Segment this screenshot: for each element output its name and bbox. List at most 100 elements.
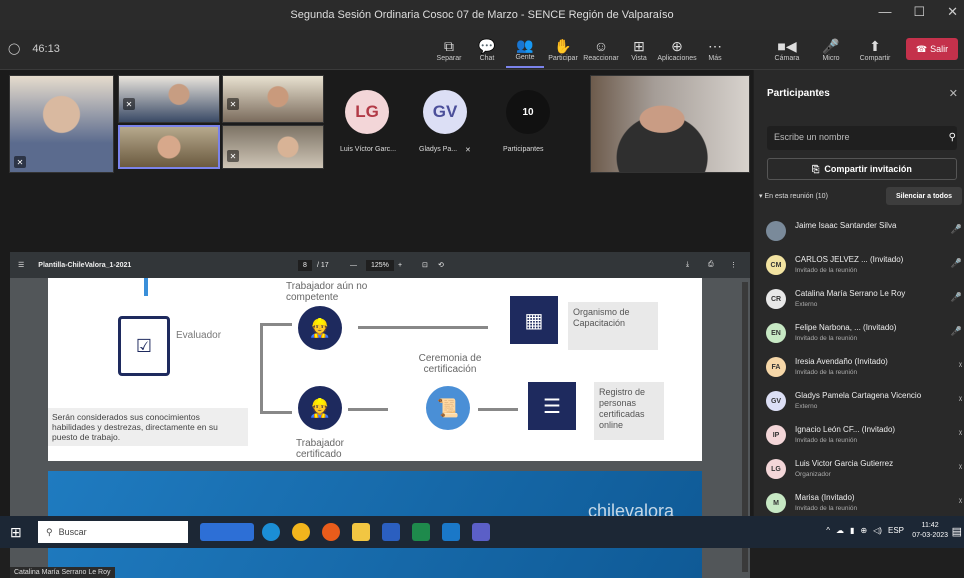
title-bar: Segunda Sesión Ordinaria Cosoc 07 de Mar… (0, 0, 964, 30)
zoom-in-button[interactable]: + (398, 262, 402, 269)
mic-icon: 🎤 (950, 224, 962, 234)
system-tray: ^ ☁ ▮ ⊕ ◁) ESP (826, 526, 904, 535)
sence-app-icon[interactable] (200, 523, 254, 541)
taskbar-search[interactable]: ⚲ Buscar (38, 521, 188, 543)
participant-row[interactable]: FA Iresia Avendaño (Invitado) Invitado de … (766, 352, 962, 386)
participant-row[interactable]: IP Ignacio León CF... (Invitado) Invitado … (766, 420, 962, 454)
video-tile-2[interactable]: ✕ (118, 75, 220, 123)
branch-line (260, 323, 292, 326)
share-invite-button[interactable]: ⎘ Compartir invitación (767, 158, 957, 180)
zoom-out-button[interactable]: — (350, 262, 357, 269)
volume-icon[interactable]: ◁) (873, 526, 882, 535)
arrow-line (358, 326, 488, 329)
chrome-icon[interactable] (292, 523, 310, 541)
leave-button[interactable]: ☎ Salir (906, 38, 958, 60)
toolbar-chat-button[interactable]: 💬 Chat (468, 32, 506, 68)
rotate-icon[interactable]: ⟲ (438, 261, 444, 269)
toolbar-cámara-button[interactable]: ■◀ Cámara (768, 32, 806, 68)
participants-panel: Participantes ✕ Escribe un nombre ⚲ ⎘ Com… (754, 70, 964, 516)
toolbar-participar-button[interactable]: ✋ Participar (544, 32, 582, 68)
video-tile-3[interactable]: ✕ (222, 75, 324, 123)
toolbar-icon: ⧉ (444, 37, 454, 54)
mic-icon: ᵡ (958, 360, 962, 370)
word-icon[interactable] (382, 523, 400, 541)
participant-role: Externo (795, 403, 818, 410)
toolbar-icon: ✋ (554, 37, 572, 54)
teams-icon[interactable] (472, 523, 490, 541)
minimize-button[interactable]: — (878, 4, 891, 20)
zoom-input[interactable]: 125% (366, 259, 394, 271)
print-icon[interactable]: ⎙ (708, 261, 714, 269)
video-tile-4[interactable] (118, 125, 220, 169)
fit-page-icon[interactable]: ⊡ (422, 261, 428, 269)
in-meeting-label: En esta reunión (10) (764, 193, 828, 200)
meeting-timer: 46:13 (32, 42, 60, 55)
menu-icon[interactable]: ☰ (18, 261, 24, 269)
leave-label: Salir (930, 44, 949, 54)
download-icon[interactable]: ⤓ (686, 261, 689, 269)
toolbar-icon: 🎤 (822, 37, 840, 54)
toolbar-label: Más (708, 54, 722, 62)
more-participants[interactable]: 10 (506, 90, 550, 134)
taskbar-search-label: Buscar (58, 527, 87, 537)
participant-row[interactable]: CR Catalina María Serrano Le Roy Externo 🎤 (766, 284, 962, 318)
toolbar-label: Chat (479, 54, 495, 62)
organismo-box: Organismo de Capacitación (568, 302, 658, 350)
participant-name: Ignacio León CF... (Invitado) (795, 425, 896, 434)
mic-off-icon: ✕ (123, 98, 135, 110)
toolbar-vista-button[interactable]: ⊞ Vista (620, 32, 658, 68)
participant-role: Invitado de la reunión (795, 437, 858, 444)
close-panel-icon[interactable]: ✕ (949, 87, 958, 100)
language-indicator[interactable]: ESP (888, 526, 904, 535)
video-tile-1[interactable]: ✕ (9, 75, 114, 173)
certificate-icon: 📜 (426, 386, 470, 430)
evaluador-label: Evaluador (176, 330, 222, 341)
participant-row[interactable]: GV Gladys Pamela Cartagena Vicencio Extern… (766, 386, 962, 420)
explorer-icon[interactable] (352, 523, 370, 541)
more-icon[interactable]: ⋮ (730, 261, 737, 269)
arrow-line (348, 408, 388, 411)
maximize-button[interactable]: ☐ (913, 4, 925, 20)
excel-icon[interactable] (412, 523, 430, 541)
participant-search-input[interactable]: Escribe un nombre (767, 126, 957, 150)
toolbar-label: Gente (515, 53, 535, 61)
toolbar-icon: ☺ (593, 37, 609, 54)
mute-all-button[interactable]: Silenciar a todos (886, 187, 962, 205)
toolbar-gente-button[interactable]: 👥 Gente (506, 32, 544, 68)
toolbar-icon: ⊞ (633, 37, 645, 54)
participant-row[interactable]: LG Luis Victor Garcia Gutierrez Organizado… (766, 454, 962, 488)
chevron-up-icon[interactable]: ^ (826, 526, 830, 535)
toolbar-reaccionar-button[interactable]: ☺ Reaccionar (582, 32, 620, 68)
toolbar-label: Participar (548, 54, 578, 62)
avatar (766, 221, 786, 241)
toolbar-aplicaciones-button[interactable]: ⊕ Aplicaciones (657, 32, 696, 68)
no-competente-label: Trabajador aún no competente (286, 281, 368, 303)
clock[interactable]: 11:42 07-03-2023 (912, 521, 948, 541)
participant-row[interactable]: EN Felipe Narbona, ... (Invitado) Invitado… (766, 318, 962, 352)
registro-box: Registro de personas certificadas online (594, 382, 664, 440)
windows-start-icon[interactable]: ⊞ (10, 524, 22, 541)
participant-name: Catalina María Serrano Le Roy (795, 289, 906, 298)
firefox-icon[interactable] (322, 523, 340, 541)
notification-icon[interactable]: ▤ (952, 525, 962, 538)
toolbar-label: Micro (822, 54, 840, 62)
video-tile-5[interactable]: ✕ (222, 125, 324, 169)
close-window-button[interactable]: ✕ (947, 4, 958, 20)
video-tile-main-speaker[interactable] (590, 75, 750, 173)
mic-icon: ᵡ (958, 496, 962, 506)
toolbar-micro-button[interactable]: 🎤 Micro (812, 32, 850, 68)
mic-icon[interactable]: ▮ (850, 526, 854, 535)
participant-row[interactable]: CM CARLOS JELVEZ ... (Invitado) Invitado d… (766, 250, 962, 284)
clock-time: 11:42 (921, 522, 939, 529)
network-icon[interactable]: ⊕ (860, 526, 867, 535)
participant-row[interactable]: Jaime Isaac Santander Silva 🎤 (766, 216, 962, 250)
page-input[interactable]: 8 (298, 259, 312, 271)
toolbar-más-button[interactable]: ⋯ Más (696, 32, 734, 68)
toolbar-compartir-button[interactable]: ⬆ Compartir (856, 32, 894, 68)
in-meeting-section[interactable]: ▾ En esta reunión (10) (759, 192, 828, 200)
cloud-icon[interactable]: ☁ (836, 526, 844, 535)
toolbar-separar-button[interactable]: ⧉ Separar (430, 32, 468, 68)
edge-icon[interactable] (262, 523, 280, 541)
participant-name: Gladys Pamela Cartagena Vicencio (795, 391, 922, 400)
outlook-icon[interactable] (442, 523, 460, 541)
